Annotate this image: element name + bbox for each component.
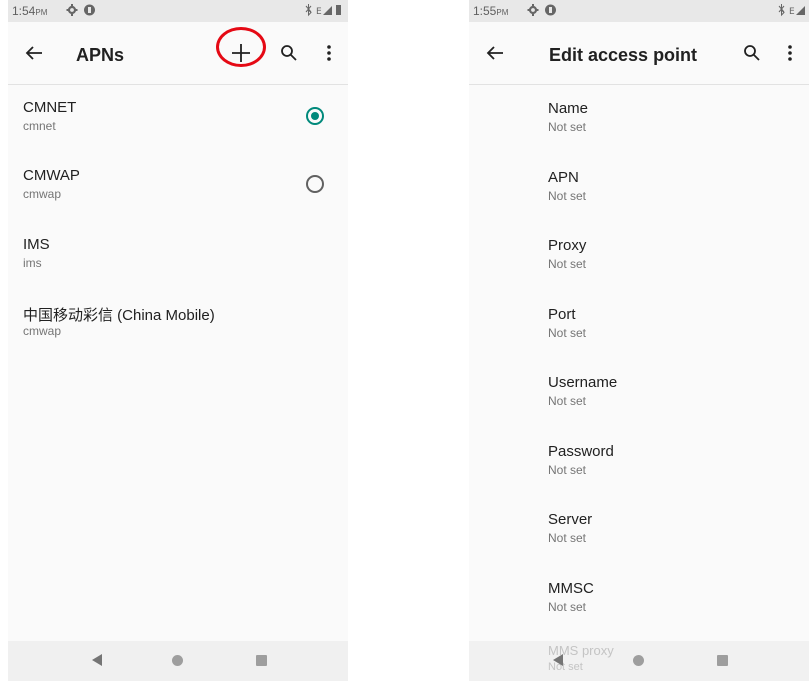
navigation-bar: MMS proxy Not set: [469, 641, 809, 681]
overflow-menu-icon[interactable]: [777, 40, 803, 66]
apn-name: CMNET: [23, 99, 77, 116]
status-bar: 1:55PM E: [469, 0, 809, 22]
apn-name: CMWAP: [23, 167, 80, 184]
nav-recents-icon[interactable]: [717, 655, 728, 666]
field-mmsc[interactable]: MMSC Not set: [469, 580, 809, 640]
nav-back-icon[interactable]: [553, 654, 563, 666]
back-arrow-icon[interactable]: [22, 41, 46, 65]
search-icon[interactable]: [276, 40, 302, 66]
sync-icon: [83, 3, 96, 20]
sync-icon: [544, 3, 557, 20]
apns-screen: 1:54PM E APNs CMNET cmnet CMWAP cmwap IM…: [8, 0, 348, 681]
field-name[interactable]: Name Not set: [469, 100, 809, 160]
apn-radio-unselected[interactable]: [306, 175, 324, 193]
field-value: Not set: [548, 463, 587, 477]
field-value: Not set: [548, 257, 587, 271]
field-label: MMSC: [548, 580, 594, 597]
field-label: Proxy: [548, 237, 587, 254]
app-bar: Edit access point: [469, 22, 809, 85]
status-time: 1:54PM: [12, 4, 48, 18]
field-apn[interactable]: APN Not set: [469, 169, 809, 229]
settings-gear-icon: [66, 3, 78, 20]
field-value: Not set: [548, 120, 587, 134]
nav-home-icon[interactable]: [172, 655, 183, 666]
field-label: Username: [548, 374, 618, 391]
svg-text:E: E: [789, 7, 795, 17]
nav-recents-icon[interactable]: [256, 655, 267, 666]
search-icon[interactable]: [739, 40, 765, 66]
apn-name: IMS: [23, 236, 50, 253]
apn-name: 中国移动彩信 (China Mobile): [23, 307, 215, 324]
field-server[interactable]: Server Not set: [469, 511, 809, 571]
apn-value: cmwap: [23, 324, 62, 338]
highlight-circle-annotation: [216, 27, 266, 67]
status-bar: 1:54PM E: [8, 0, 348, 22]
apn-radio-selected[interactable]: [306, 107, 324, 125]
field-label: Server: [548, 511, 593, 528]
edit-access-point-screen: 1:55PM E Edit access point Name Not set …: [469, 0, 809, 681]
apn-item-cmnet[interactable]: CMNET cmnet: [8, 99, 348, 159]
overflow-menu-icon[interactable]: [316, 40, 342, 66]
field-proxy[interactable]: Proxy Not set: [469, 237, 809, 297]
apn-value: ims: [23, 256, 42, 270]
field-value: Not set: [548, 394, 587, 408]
status-icons: E: [304, 3, 342, 20]
field-port[interactable]: Port Not set: [469, 306, 809, 366]
page-title: Edit access point: [549, 45, 698, 65]
navigation-bar: [8, 641, 348, 681]
field-password[interactable]: Password Not set: [469, 443, 809, 503]
field-value: Not set: [548, 600, 587, 614]
field-label: Port: [548, 306, 576, 323]
apn-item-china-mobile[interactable]: 中国移动彩信 (China Mobile) cmwap: [8, 304, 348, 364]
field-username[interactable]: Username Not set: [469, 374, 809, 434]
app-bar: APNs: [8, 22, 348, 85]
field-value: Not set: [548, 326, 587, 340]
status-icons: E: [777, 3, 809, 20]
apn-value: cmnet: [23, 119, 56, 133]
apn-value: cmwap: [23, 187, 62, 201]
apn-item-ims[interactable]: IMS ims: [8, 236, 348, 296]
nav-home-icon[interactable]: [633, 655, 644, 666]
settings-gear-icon: [527, 3, 539, 20]
nav-back-icon[interactable]: [92, 654, 102, 666]
field-value: Not set: [548, 189, 587, 203]
field-label: Password: [548, 443, 614, 460]
status-time: 1:55PM: [473, 4, 509, 18]
field-value: Not set: [548, 531, 587, 545]
apn-item-cmwap[interactable]: CMWAP cmwap: [8, 167, 348, 227]
svg-text:E: E: [316, 7, 322, 17]
page-title: APNs: [76, 45, 125, 65]
field-label: Name: [548, 100, 589, 117]
field-label: APN: [548, 169, 579, 186]
back-arrow-icon[interactable]: [483, 41, 507, 65]
